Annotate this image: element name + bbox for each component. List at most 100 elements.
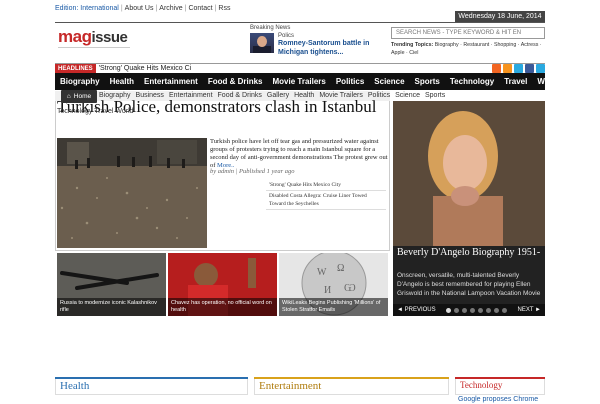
thumbnail-caption: Chavez has operation, no official word o… [168, 298, 277, 316]
nav-item-science[interactable]: Science [369, 77, 409, 86]
svg-text:И: И [324, 285, 331, 296]
section-title[interactable]: Technology [455, 379, 545, 395]
breaking-news[interactable]: Breaking News Polics Romney-Santorum bat… [250, 25, 388, 59]
rss-feed-icon[interactable] [503, 64, 512, 73]
nav-item-sports[interactable]: Sports [410, 77, 445, 86]
svg-text:Ѡ: Ѡ [344, 283, 356, 294]
related-article[interactable]: Disabled Costa Allegra: Cruise Liner Tow… [266, 191, 386, 210]
nav-item-world[interactable]: World [532, 77, 565, 86]
slider-dot[interactable] [486, 307, 492, 313]
subnav-item[interactable]: Business [136, 92, 164, 99]
slider-previous-button[interactable]: ◄ PREVIOUS [397, 307, 436, 313]
featured-slider[interactable]: Beverly D'Angelo Biography 1951- Onscree… [393, 101, 545, 316]
sub-nav: Biography Business Entertainment Food & … [99, 92, 445, 99]
main-nav: Biography Health Entertainment Food & Dr… [55, 73, 560, 90]
nav-item-biography[interactable]: Biography [55, 77, 105, 86]
nav-item-entertainment[interactable]: Entertainment [139, 77, 203, 86]
related-article[interactable]: 'Strong' Quake Hits Mexico City [266, 180, 386, 191]
slider-controls: ◄ PREVIOUS NEXT ► [393, 304, 545, 316]
slider-description: Onscreen, versatile, multi-talented Beve… [397, 272, 541, 297]
svg-text:Ω: Ω [337, 263, 344, 274]
nav-item-food-drinks[interactable]: Food & Drinks [203, 77, 268, 86]
breaking-news-thumbnail[interactable] [250, 33, 274, 53]
social-icons [492, 64, 545, 73]
subnav-item[interactable]: Movie Trailers [319, 92, 363, 99]
protest-scene-image [57, 138, 207, 248]
slider-title[interactable]: Beverly D'Angelo Biography 1951- [397, 247, 542, 258]
headlines-badge: HEADLINES [55, 64, 96, 73]
logo-underline [58, 47, 130, 48]
subnav-item[interactable]: Entertainment [169, 92, 213, 99]
svg-text:W: W [317, 267, 327, 278]
thumbnail-caption: WikiLeaks Begins Publishing 'Millions' o… [279, 298, 388, 316]
search-input[interactable]: SEARCH NEWS - TYPE KEYWORD & HIT EN [391, 27, 545, 39]
section-entertainment: Entertainment [254, 377, 449, 400]
slider-dot[interactable] [446, 307, 452, 313]
breaking-news-label: Breaking News [250, 25, 291, 31]
separator: | [155, 4, 158, 12]
subnav-item[interactable]: Health [294, 92, 314, 99]
slider-dot[interactable] [494, 307, 500, 313]
slider-dot[interactable] [478, 307, 484, 313]
excerpt-text: Turkish police have let off tear gas and… [210, 138, 388, 169]
slider-dot[interactable] [470, 307, 476, 313]
separator: | [184, 4, 187, 12]
home-icon: ⌂ [66, 93, 71, 100]
article-byline: by admin | Published 1 year ago [210, 168, 295, 175]
subnav-item[interactable]: Science [395, 92, 420, 99]
home-label: Home [73, 93, 92, 100]
separator: | [120, 4, 123, 12]
slider-dot[interactable] [462, 307, 468, 313]
portrait-image [393, 101, 545, 246]
separator: | [214, 4, 217, 12]
nav-item-politics[interactable]: Politics [331, 77, 369, 86]
edition-link[interactable]: Edition: International [55, 5, 119, 12]
section-health: Health [55, 377, 248, 400]
facebook-icon[interactable] [525, 64, 534, 73]
twitter-icon[interactable] [514, 64, 523, 73]
thumbnail-caption: Russia to modernize iconic Kalashnikov r… [57, 298, 166, 316]
site-logo[interactable]: magissue [58, 27, 128, 46]
thumbnail-suit [253, 46, 271, 53]
slider-dot[interactable] [502, 307, 508, 313]
logo-part-mag: mag [58, 27, 92, 46]
about-us-link[interactable]: About Us [125, 5, 154, 12]
slider-dot[interactable] [454, 307, 460, 313]
subnav-item[interactable]: Gallery [267, 92, 289, 99]
sub-nav-row2[interactable]: Technology Travel World [57, 108, 134, 115]
nav-item-health[interactable]: Health [105, 77, 139, 86]
article-excerpt: Turkish police have let off tear gas and… [210, 138, 388, 170]
subnav-item[interactable]: Sports [425, 92, 445, 99]
top-divider [55, 22, 545, 23]
trending-label: Trending Topics: [391, 42, 434, 48]
news-thumbnail-wikileaks[interactable]: WΩИ Ѡ WikiLeaks Begins Publishing 'Millio… [279, 253, 388, 316]
article-image[interactable] [57, 138, 207, 248]
rss-icon[interactable] [492, 64, 501, 73]
news-thumbnail-kalashnikov[interactable]: Russia to modernize iconic Kalashnikov r… [57, 253, 166, 316]
news-thumbnail-chavez[interactable]: Chavez has operation, no official word o… [168, 253, 277, 316]
nav-item-movie-trailers[interactable]: Movie Trailers [267, 77, 330, 86]
home-button[interactable]: ⌂ Home [61, 90, 97, 103]
slider-image[interactable] [393, 101, 545, 246]
slider-pagination [446, 307, 508, 313]
subnav-item[interactable]: Food & Drinks [218, 92, 262, 99]
thumbnail-face [257, 36, 267, 47]
contact-link[interactable]: Contact [188, 5, 212, 12]
nav-item-travel[interactable]: Travel [499, 77, 532, 86]
ticker-text[interactable]: 'Strong' Quake Hits Mexico Ci [99, 65, 192, 72]
archive-link[interactable]: Archive [159, 5, 182, 12]
related-articles: 'Strong' Quake Hits Mexico City Disabled… [266, 180, 386, 210]
nav-item-technology[interactable]: Technology [445, 77, 499, 86]
slider-next-button[interactable]: NEXT ► [518, 307, 542, 313]
subnav-item[interactable]: Biography [99, 92, 131, 99]
breaking-news-title[interactable]: Romney-Santorum battle in Michigan tight… [278, 39, 388, 57]
date-display: Wednesday 18 June, 2014 [455, 11, 545, 22]
rss-link[interactable]: Rss [218, 5, 230, 12]
section-technology: Technology Google proposes Chrome [455, 377, 545, 403]
subnav-item[interactable]: Politics [368, 92, 390, 99]
trending-topics: Trending Topics: Biography · Restaurant … [391, 41, 546, 57]
section-title[interactable]: Health [55, 379, 248, 395]
logo-part-issue: issue [91, 29, 128, 46]
section-title[interactable]: Entertainment [254, 379, 449, 395]
social-icon[interactable] [536, 64, 545, 73]
